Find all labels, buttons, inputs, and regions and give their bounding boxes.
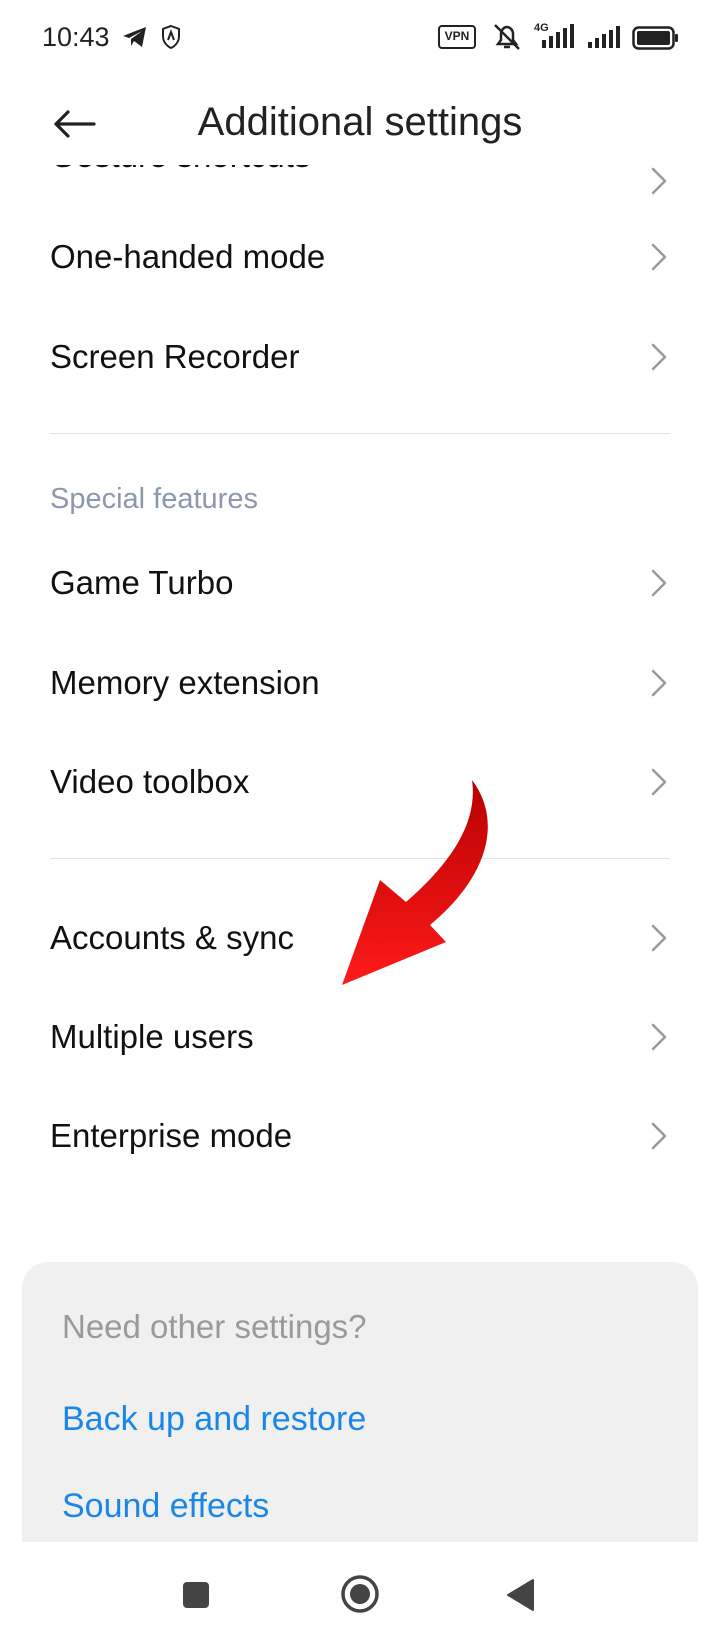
link-sound-effects[interactable]: Sound effects [62,1487,269,1526]
card-title: Need other settings? [62,1308,367,1345]
list-item-label: Screen Recorder [50,338,300,375]
list-item-label: Gesture shortcuts [50,165,310,175]
app-bar: Additional settings [0,78,720,170]
list-item-enterprise-mode[interactable]: Enterprise mode [50,1091,670,1181]
settings-list: Gesture shortcuts One-handed mode Screen… [0,165,720,1230]
back-nav-button[interactable] [505,1578,537,1617]
circle-icon [341,1575,379,1613]
square-icon [183,1582,209,1608]
list-item-screen-recorder[interactable]: Screen Recorder [50,312,670,402]
link-back-up-and-restore[interactable]: Back up and restore [62,1400,366,1439]
list-item-label: Multiple users [50,1018,254,1055]
shield-icon [160,24,182,55]
list-item-game-turbo[interactable]: Game Turbo [50,538,670,628]
navigation-bar [0,1542,720,1640]
section-header: Special features [50,483,258,515]
chevron-right-icon [651,243,667,271]
svg-text:4G: 4G [534,22,549,34]
list-item-label: Memory extension [50,664,320,701]
list-item-gesture-shortcuts[interactable]: Gesture shortcuts [50,165,670,197]
status-time: 10:43 [42,22,110,52]
signal-icon [588,24,624,55]
list-item-multiple-users[interactable]: Multiple users [50,992,670,1082]
home-button[interactable] [339,1573,381,1620]
battery-icon [632,26,680,55]
chevron-right-icon [651,1023,667,1051]
list-item-memory-extension[interactable]: Memory extension [50,638,670,728]
other-settings-card: Need other settings? Back up and restore… [22,1262,698,1562]
chevron-right-icon [651,1122,667,1150]
list-item-label: Enterprise mode [50,1117,293,1154]
chevron-right-icon [651,768,667,796]
chevron-right-icon [651,343,667,371]
list-item-label: One-handed mode [50,238,326,275]
signal-4g-icon: 4G [534,20,578,55]
vpn-icon: VPN [438,25,476,49]
annotation-arrow [342,780,488,985]
chevron-right-icon [651,569,667,597]
list-item-label: Video toolbox [50,763,250,800]
list-item-label: Accounts & sync [50,919,294,956]
status-bar: 10:43 VPN 4G [0,0,720,78]
chevron-right-icon [651,924,667,952]
telegram-icon [122,26,148,53]
recents-button[interactable] [181,1580,211,1615]
triangle-left-icon [507,1579,534,1611]
chevron-right-icon [651,167,667,195]
chevron-right-icon [651,669,667,697]
list-item-label: Game Turbo [50,564,234,601]
page-title: Additional settings [197,100,523,144]
list-item-one-handed-mode[interactable]: One-handed mode [50,212,670,302]
divider [50,433,670,434]
bell-muted-icon [492,22,522,57]
